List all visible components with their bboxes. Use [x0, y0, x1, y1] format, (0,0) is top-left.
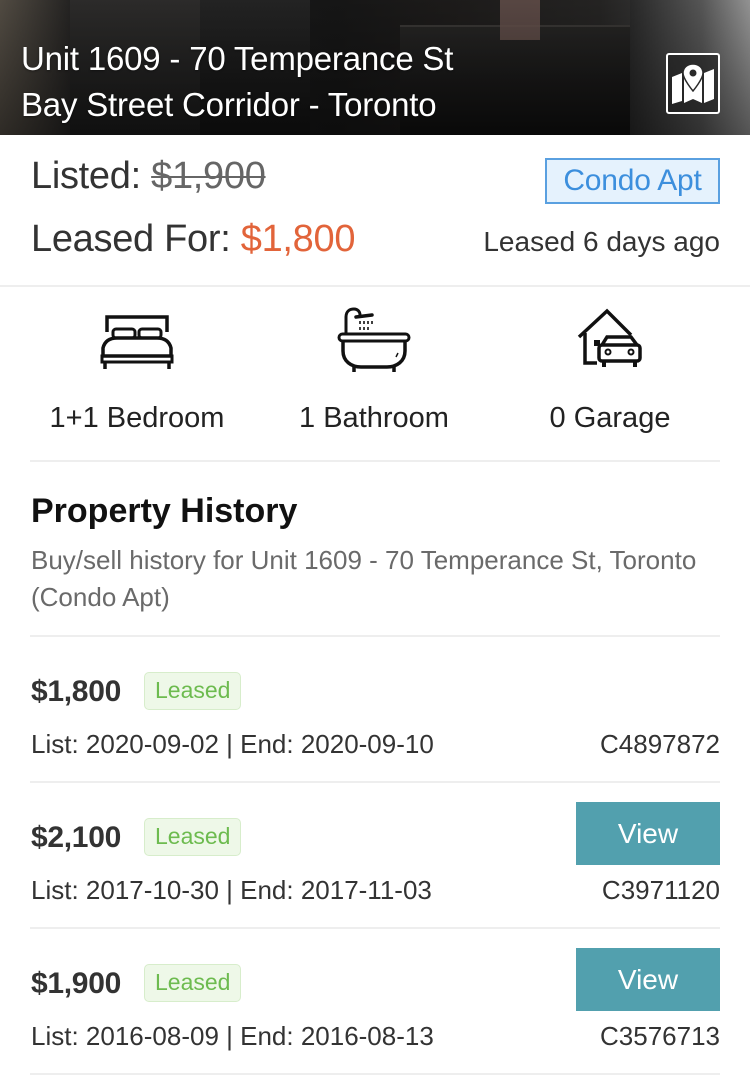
- feature-bathrooms: 1 Bathroom: [259, 287, 489, 462]
- property-history-header: Property History Buy/sell history for Un…: [30, 462, 720, 637]
- history-dates: List: 2016-08-09 | End: 2016-08-13: [31, 1021, 434, 1051]
- map-pin-icon: [672, 62, 714, 104]
- mls-number: C4897872: [600, 729, 720, 759]
- history-dates: List: 2017-10-30 | End: 2017-11-03: [31, 875, 432, 905]
- feature-bedrooms: 1+1 Bedroom: [22, 287, 252, 462]
- listing-address: Unit 1609 - 70 Temperance St Bay Street …: [21, 36, 453, 128]
- mls-number: C3576713: [600, 1021, 720, 1051]
- status-badge: Leased: [144, 818, 242, 856]
- history-row: $1,800 Leased List: 2020-09-02 | End: 20…: [30, 637, 720, 783]
- history-price: $1,900: [31, 967, 121, 1000]
- view-button[interactable]: View: [576, 948, 720, 1011]
- history-price: $2,100: [31, 821, 121, 854]
- listing-photo-header: Unit 1609 - 70 Temperance St Bay Street …: [0, 0, 750, 135]
- address-line-1: Unit 1609 - 70 Temperance St: [21, 40, 454, 77]
- history-row: $1,900 Leased View List: 2016-08-09 | En…: [30, 929, 720, 1075]
- address-line-2: Bay Street Corridor - Toronto: [21, 86, 437, 123]
- feature-garage: 0 Garage: [495, 287, 725, 462]
- section-title: Property History: [31, 492, 298, 530]
- status-badge: Leased: [144, 964, 242, 1002]
- price-section: Listed: $1,900 Condo Apt Leased For: $1,…: [0, 135, 750, 287]
- listed-label: Listed:: [31, 155, 141, 197]
- leased-time-ago: Leased 6 days ago: [483, 226, 720, 257]
- garage-icon: [575, 307, 645, 376]
- history-dates: List: 2020-09-02 | End: 2020-09-10: [31, 729, 434, 759]
- bed-icon: [99, 312, 175, 377]
- features-section: 1+1 Bedroom 1 Bathroom 0 Garage: [30, 287, 720, 462]
- leased-price: $1,800: [240, 218, 356, 260]
- history-row: $2,100 Leased View List: 2017-10-30 | En…: [30, 783, 720, 929]
- listed-price-row: Listed: $1,900: [31, 155, 266, 198]
- bedroom-count: 1+1 Bedroom: [49, 402, 225, 434]
- map-button[interactable]: [666, 53, 720, 114]
- leased-price-row: Leased For: $1,800: [31, 218, 355, 261]
- bathroom-count: 1 Bathroom: [299, 402, 449, 434]
- garage-count: 0 Garage: [549, 402, 671, 434]
- listed-price: $1,900: [151, 155, 266, 197]
- history-price: $1,800: [31, 675, 121, 708]
- leased-label: Leased For:: [31, 218, 231, 260]
- mls-number: C3971120: [601, 875, 720, 905]
- view-button[interactable]: View: [576, 802, 720, 865]
- bathtub-icon: [336, 307, 412, 380]
- status-badge: Leased: [144, 672, 242, 710]
- property-type-badge: Condo Apt: [545, 158, 720, 204]
- section-subtitle: Buy/sell history for Unit 1609 - 70 Temp…: [31, 545, 697, 612]
